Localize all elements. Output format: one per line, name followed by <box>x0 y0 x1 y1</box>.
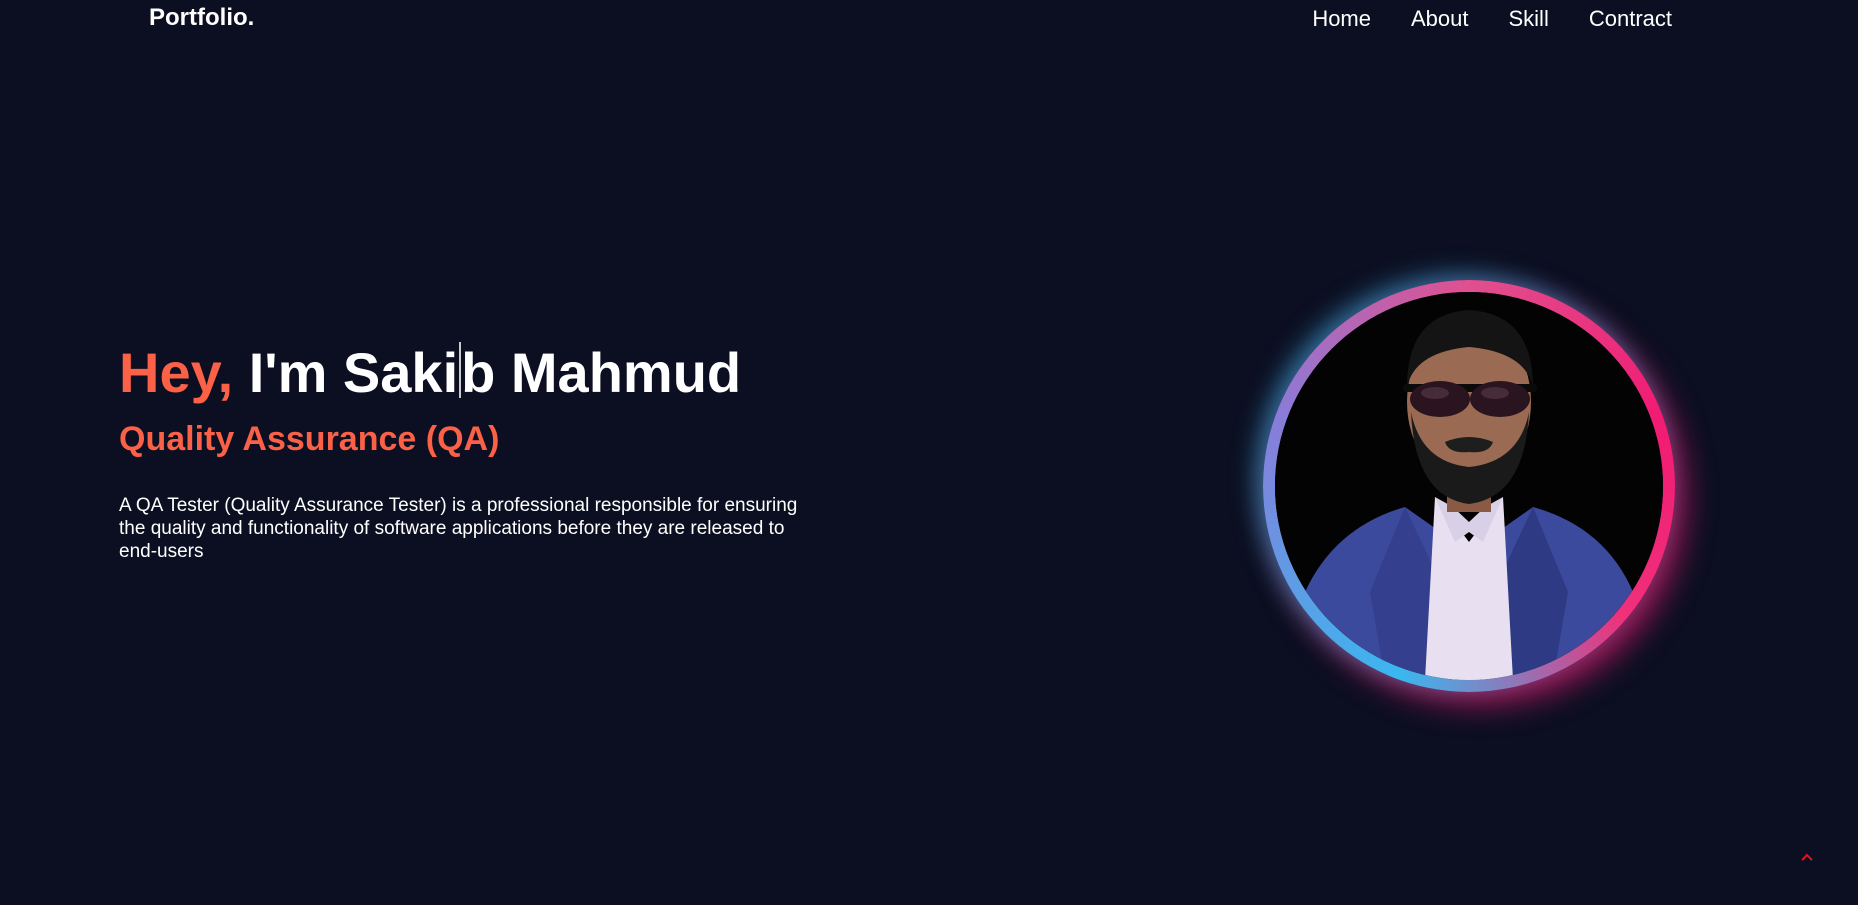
nav-link-home[interactable]: Home <box>1312 6 1371 32</box>
hero-name-end: b Mahmud <box>461 341 742 404</box>
chevron-up-icon <box>1801 853 1813 861</box>
nav-link-contract[interactable]: Contract <box>1589 6 1672 32</box>
scroll-top-button[interactable] <box>1798 850 1816 864</box>
avatar-ring <box>1263 280 1675 692</box>
hero-description: A QA Tester (Quality Assurance Tester) i… <box>119 495 798 562</box>
hero-role: Quality Assurance (QA) <box>119 420 500 458</box>
nav-link-about[interactable]: About <box>1411 6 1469 32</box>
hero-name-start: I'm Saki <box>248 341 459 404</box>
avatar <box>1275 292 1663 680</box>
page: Portfolio. Home About Skill Contract Hey… <box>0 0 1858 905</box>
hero-headline: Hey, I'm Sakib Mahmud <box>119 335 839 411</box>
hero-section: Hey, I'm Sakib Mahmud Quality Assurance … <box>119 335 839 563</box>
hero-greeting: Hey, <box>119 341 234 404</box>
profile-photo <box>1275 292 1663 680</box>
site-logo[interactable]: Portfolio. <box>149 4 254 32</box>
nav-link-skill[interactable]: Skill <box>1509 6 1549 32</box>
main-nav: Home About Skill Contract <box>1312 6 1672 32</box>
